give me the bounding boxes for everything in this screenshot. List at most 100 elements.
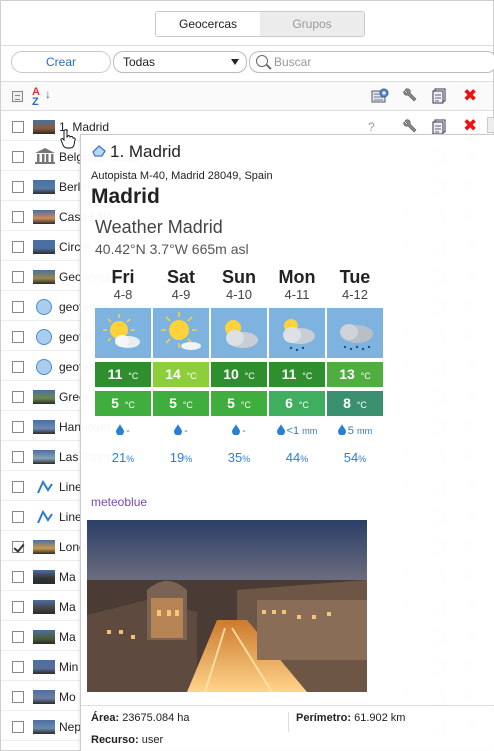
row-checkbox[interactable] <box>12 331 24 343</box>
tab-bar: Geocercas Grupos <box>155 11 365 37</box>
weather-condition-icon <box>269 308 325 358</box>
row-checkbox[interactable] <box>12 631 24 643</box>
select-all-checkbox[interactable] <box>12 91 23 102</box>
geofence-thumbnail <box>33 540 55 554</box>
delete-icon[interactable]: ✖ <box>463 117 477 134</box>
area-info: Área: 23675.084 ha <box>91 712 189 724</box>
weather-day-date: 4-8 <box>113 287 133 302</box>
geofence-thumbnail <box>33 240 55 254</box>
divider <box>1 45 493 46</box>
geofence-thumbnail <box>33 420 55 434</box>
delete-icon[interactable]: ✖ <box>463 87 477 104</box>
weather-condition-icon <box>153 308 209 358</box>
row-checkbox[interactable] <box>12 541 24 553</box>
sort-az-icon[interactable]: A Z ↓ <box>32 87 51 108</box>
weather-day-date: 4-10 <box>225 287 253 302</box>
weather-coords: 40.42°N 3.7°W 665m asl <box>95 241 249 257</box>
precipitation-probability: 35% <box>227 450 251 465</box>
temp-min: 5 °C <box>153 391 209 416</box>
geofence-thumbnail <box>33 690 55 704</box>
temp-min: 8 °C <box>327 391 383 416</box>
scrollbar[interactable] <box>487 117 494 133</box>
perimeter-label: Perímetro: <box>296 712 352 724</box>
row-checkbox[interactable] <box>12 571 24 583</box>
row-checkbox[interactable] <box>12 241 24 253</box>
perimeter-value: 61.902 km <box>354 712 406 724</box>
row-checkbox[interactable] <box>12 271 24 283</box>
popup-address: Autopista M-40, Madrid 28049, Spain <box>91 170 273 182</box>
row-checkbox[interactable] <box>12 481 24 493</box>
help-icon[interactable]: ? <box>368 120 375 134</box>
geofence-thumbnail <box>33 600 55 614</box>
weather-day: Fri 4-8 11 °C 5 °C - 21% <box>95 267 151 465</box>
line-geofence-icon <box>36 508 54 526</box>
landmark-icon <box>34 147 56 165</box>
popup-title-text: 1. Madrid <box>110 142 181 161</box>
row-checkbox[interactable] <box>12 211 24 223</box>
geofence-name: Ma <box>59 600 76 614</box>
temp-max: 14 °C <box>153 362 209 387</box>
row-checkbox[interactable] <box>12 421 24 433</box>
area-label: Área: <box>91 712 120 724</box>
precipitation: 5 mm <box>327 422 383 440</box>
geofence-thumbnail <box>33 720 55 734</box>
search-icon <box>256 55 268 67</box>
wrench-icon[interactable] <box>402 119 418 135</box>
search-input[interactable]: Buscar <box>249 51 494 73</box>
wrench-icon[interactable] <box>402 88 418 104</box>
row-checkbox[interactable] <box>12 661 24 673</box>
meteoblue-link[interactable]: meteoblue <box>91 495 147 509</box>
row-checkbox[interactable] <box>12 601 24 613</box>
weather-day-date: 4-12 <box>341 287 369 302</box>
geofence-name: Min <box>59 660 79 674</box>
row-checkbox[interactable] <box>12 181 24 193</box>
row-checkbox[interactable] <box>12 151 24 163</box>
row-checkbox[interactable] <box>12 361 24 373</box>
resource-info: Recurso: user <box>91 734 163 746</box>
tab-grupos[interactable]: Grupos <box>260 12 364 36</box>
precipitation: <1 mm <box>269 422 325 440</box>
geofence-thumbnail <box>33 210 55 224</box>
copy-icon[interactable] <box>432 88 446 104</box>
row-checkbox[interactable] <box>12 511 24 523</box>
weather-day-name: Sun <box>222 267 256 287</box>
weather-condition-icon <box>327 308 383 358</box>
geofence-thumbnail <box>33 570 55 584</box>
area-value: 23675.084 ha <box>122 712 190 724</box>
weather-day-name: Mon <box>278 267 316 287</box>
row-checkbox[interactable] <box>12 391 24 403</box>
weather-condition-icon <box>211 308 267 358</box>
resource-label: Recurso: <box>91 734 139 746</box>
chevron-down-icon <box>231 59 239 65</box>
row-checkbox[interactable] <box>12 301 24 313</box>
tab-geocercas[interactable]: Geocercas <box>156 12 260 36</box>
circle-geofence-icon <box>36 299 52 315</box>
row-checkbox[interactable] <box>12 721 24 733</box>
geofence-thumbnail <box>33 180 55 194</box>
temp-max: 11 °C <box>269 362 325 387</box>
precipitation-probability: 54% <box>343 450 367 465</box>
row-checkbox[interactable] <box>12 691 24 703</box>
weather-day: Mon 4-11 11 °C 6 °C <1 mm 44% <box>269 267 325 465</box>
search-placeholder: Buscar <box>274 55 312 69</box>
precipitation: - <box>153 422 209 440</box>
weather-day: Sat 4-9 14 °C 5 °C - 19% <box>153 267 209 465</box>
weather-day-name: Fri <box>111 267 135 287</box>
temp-min: 6 °C <box>269 391 325 416</box>
popup-footer: Área: 23675.084 ha Perímetro: 61.902 km … <box>81 705 494 751</box>
row-checkbox[interactable] <box>12 451 24 463</box>
create-button[interactable]: Crear <box>11 51 111 73</box>
weather-widget: Weather Madrid 40.42°N 3.7°W 665m asl Fr… <box>95 215 385 465</box>
precipitation-probability: 19% <box>169 450 193 465</box>
geofence-thumbnail <box>33 270 55 284</box>
weather-day-date: 4-9 <box>171 287 191 302</box>
settings-icon[interactable] <box>371 88 389 104</box>
filter-select-value: Todas <box>123 55 156 69</box>
popup-title: 1. Madrid <box>91 142 181 162</box>
weather-title: Weather Madrid <box>95 217 223 237</box>
geofence-name: Mo <box>59 690 76 704</box>
precipitation-probability: 21% <box>111 450 135 465</box>
copy-icon[interactable] <box>432 119 446 135</box>
row-checkbox[interactable] <box>12 121 24 133</box>
filter-select[interactable]: Todas <box>113 51 247 73</box>
